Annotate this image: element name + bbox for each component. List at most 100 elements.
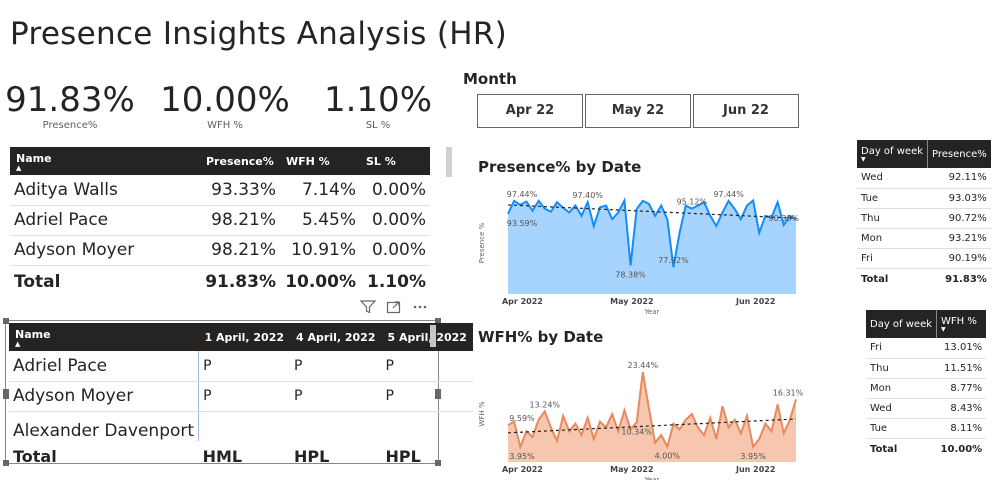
table-row[interactable]: Aditya Walls 93.33% 7.14% 0.00%	[10, 175, 430, 206]
dow-row[interactable]: Mon 8.77%	[866, 378, 987, 399]
data-label: 3.95%	[509, 452, 535, 461]
matrix-row[interactable]: Adriel Pace P P P	[9, 351, 473, 382]
cell-status: P	[381, 351, 473, 382]
cell-sl: 0.00%	[360, 175, 430, 206]
cell-name: Adyson Moyer	[10, 235, 200, 266]
cell-day: Fri	[866, 338, 937, 359]
cell-wfh: 5.45%	[280, 205, 360, 236]
total-value: 10.00%	[936, 437, 987, 460]
cell-value: 90.72%	[927, 208, 991, 229]
col-header-date[interactable]: 4 April, 2022	[290, 323, 382, 351]
dow-row[interactable]: Fri 90.19%	[857, 248, 991, 269]
total-label: Total	[10, 264, 200, 299]
slicer-option-apr[interactable]: Apr 22	[477, 94, 583, 128]
cell-status: P	[198, 351, 291, 382]
data-label: 23.44%	[628, 361, 659, 370]
col-header-date[interactable]: 1 April, 2022	[198, 323, 291, 351]
cell-wfh: 10.91%	[280, 235, 360, 266]
col-header-presence[interactable]: Presence%	[927, 140, 991, 168]
focus-mode-icon[interactable]	[386, 299, 402, 318]
filter-icon[interactable]	[359, 299, 377, 318]
total-wfh: 10.00%	[280, 264, 360, 299]
cell-day: Mon	[857, 228, 928, 249]
kpi-presence-label: Presence%	[42, 120, 98, 131]
summary-table: Name ▲ Presence% WFH % SL % Aditya Walls …	[10, 147, 430, 299]
dow-total-row: Total 10.00%	[866, 437, 987, 460]
x-tick-label: Jun 2022	[735, 465, 775, 474]
kpi-presence-value: 91.83%	[5, 80, 135, 120]
dow-row[interactable]: Wed 8.43%	[866, 398, 987, 419]
data-label: 97.40%	[572, 191, 603, 200]
x-axis-title: Year	[644, 308, 660, 316]
x-tick-label: Apr 2022	[502, 465, 543, 474]
cell-name: Alexander Davenport	[13, 421, 195, 441]
slicer-title: Month	[463, 70, 517, 88]
page-title: Presence Insights Analysis (HR)	[10, 16, 508, 52]
col-header-sl[interactable]: SL %	[360, 147, 430, 175]
cell-name: Aditya Walls	[10, 175, 200, 206]
x-tick-label: May 2022	[610, 297, 653, 306]
cell-value: 92.11%	[927, 168, 991, 189]
summary-table-visual: Name ▲ Presence% WFH % SL % Aditya Walls …	[10, 147, 452, 299]
summary-scrollbar[interactable]	[446, 147, 452, 177]
data-label: 93.59%	[507, 219, 538, 228]
matrix-total-row: Total HML HPL HPL	[9, 441, 473, 471]
cell-name: Adriel Pace	[10, 205, 200, 236]
wfh-by-date-chart[interactable]: 9.59% 3.95% 13.24% 10.34% 23.44% 4.00% 3.95% 16…	[472, 352, 812, 480]
cell-day: Fri	[857, 248, 928, 269]
cell-day: Tue	[866, 418, 937, 439]
col-header-wfh[interactable]: WFH %	[280, 147, 360, 175]
presence-by-date-chart[interactable]: 97.44% 93.59% 97.40% 78.38% 77.92% 95.12% 97.4…	[472, 182, 812, 318]
dow-row[interactable]: Tue 93.03%	[857, 188, 991, 209]
dow-row[interactable]: Tue 8.11%	[866, 418, 987, 439]
cell-value: 13.01%	[936, 338, 987, 359]
cell-value: 8.77%	[936, 378, 987, 399]
data-label: 9.59%	[509, 414, 535, 423]
presence-by-dow-table: Day of week ▼ Presence% Wed 92.11% Tue 93.03…	[857, 140, 991, 290]
table-row[interactable]: Adyson Moyer 98.21% 10.91% 0.00%	[10, 235, 430, 266]
cell-status: P	[198, 381, 291, 412]
matrix-row[interactable]: Adyson Moyer P P P	[9, 381, 473, 412]
dow-row[interactable]: Thu 90.72%	[857, 208, 991, 229]
data-label: 97.44%	[713, 190, 744, 199]
data-label: 4.00%	[655, 452, 681, 461]
dow-row[interactable]: Wed 92.11%	[857, 168, 991, 189]
matrix-scrollbar[interactable]	[430, 325, 436, 347]
matrix-row[interactable]: Alexander Davenport	[9, 411, 473, 441]
col-header-date[interactable]: 5 April, 2022	[381, 323, 473, 351]
dow-row[interactable]: Mon 93.21%	[857, 228, 991, 249]
total-status: HPL	[294, 446, 330, 466]
slicer-option-may[interactable]: May 22	[585, 94, 691, 128]
cell-presence: 98.21%	[200, 205, 280, 236]
kpi-wfh-label: WFH %	[207, 120, 243, 131]
cell-name: Adyson Moyer	[9, 381, 199, 412]
data-label: 97.44%	[507, 190, 538, 199]
col-header-day[interactable]: Day of week ▼	[857, 140, 928, 168]
col-header-wfh[interactable]: WFH % ▼	[936, 310, 987, 338]
data-label: 3.95%	[740, 452, 766, 461]
wfh-chart-title: WFH% by Date	[478, 328, 604, 346]
matrix-header: Name ▲ 1 April, 2022 4 April, 2022 5 Apri…	[9, 323, 473, 351]
table-row[interactable]: Adriel Pace 98.21% 5.45% 0.00%	[10, 205, 430, 236]
slicer-option-jun[interactable]: Jun 22	[693, 94, 799, 128]
cell-day: Mon	[866, 378, 937, 399]
cell-day: Wed	[857, 168, 928, 189]
dow-row[interactable]: Fri 13.01%	[866, 338, 987, 359]
cell-value: 8.43%	[936, 398, 987, 419]
matrix-visual[interactable]: Name ▲ 1 April, 2022 4 April, 2022 5 Apri…	[3, 318, 473, 466]
col-header-name[interactable]: Name ▲	[10, 147, 200, 175]
col-header-name[interactable]: Name ▲	[9, 323, 199, 351]
col-header-day[interactable]: Day of week	[866, 310, 937, 338]
cell-sl: 0.00%	[360, 235, 430, 266]
cell-value: 90.19%	[927, 248, 991, 269]
kpi-sl-label: SL %	[365, 120, 391, 131]
kpi-sl-card: 1.10% SL %	[308, 80, 448, 131]
cell-status: P	[290, 351, 382, 382]
total-presence: 91.83%	[200, 264, 280, 299]
more-options-icon[interactable]	[412, 299, 428, 318]
total-label: Total	[857, 267, 928, 290]
kpi-wfh-value: 10.00%	[160, 80, 290, 120]
x-tick-label: Jun 2022	[735, 297, 775, 306]
dow-row[interactable]: Thu 11.51%	[866, 358, 987, 379]
col-header-presence[interactable]: Presence%	[200, 147, 280, 175]
